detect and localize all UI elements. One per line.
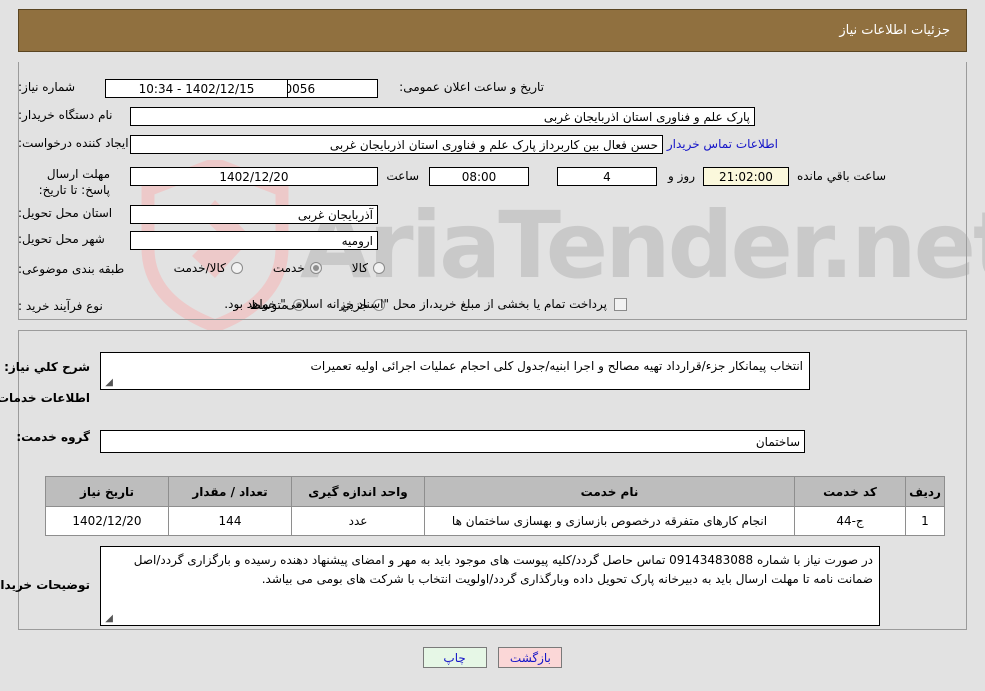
province-label: استان محل تحویل: [18, 206, 113, 220]
table-header-row: ردیف کد خدمت نام خدمت واحد اندازه گیری ت… [45, 476, 945, 507]
buyer-notes-label-wrap: توضیحات خریدار: [0, 578, 90, 592]
radio-kala-khedmat-icon[interactable] [230, 262, 243, 274]
deadline-time-label: ساعت [386, 169, 419, 183]
category-label-wrap: طبقه بندی موضوعی: [18, 262, 124, 276]
radio-option-kala-khedmat[interactable]: کالا/خدمت [174, 261, 243, 275]
page-title: جزئیات اطلاعات نیاز [839, 23, 950, 38]
process-type-label-wrap: نوع فرآیند خرید : [18, 299, 110, 313]
page-header: جزئیات اطلاعات نیاز [18, 9, 967, 52]
cell-qty: 144 [168, 506, 292, 536]
category-radio-group: کالا خدمت کالا/خدمت [174, 261, 385, 275]
service-group-label: گروه خدمت: [16, 430, 90, 444]
announce-label-wrap: تاریخ و ساعت اعلان عمومی: [399, 80, 544, 94]
need-details-page: AriaTender.net جزئیات اطلاعات نیاز شماره… [0, 0, 985, 691]
time-left-suffix: ساعت باقي مانده [796, 169, 886, 183]
radio-khedmat-icon[interactable] [309, 262, 322, 274]
cell-name: انجام کارهای متفرقه درخصوص بازسازی و بهس… [424, 506, 795, 536]
radio-kala-khedmat-label: کالا/خدمت [173, 261, 226, 275]
table-row: 1 ج-44 انجام کارهای متفرقه درخصوص بازساز… [45, 506, 945, 536]
cell-row: 1 [905, 506, 945, 536]
col-row: ردیف [905, 476, 945, 507]
buyer-org-label-wrap: نام دستگاه خریدار: [18, 108, 113, 122]
description-label-wrap: شرح کلي نیاز: [4, 360, 90, 374]
requester-label-wrap: ایجاد کننده درخواست: [18, 136, 129, 150]
treasury-note-text: پرداخت تمام یا بخشی از مبلغ خرید،از محل … [224, 297, 607, 311]
time-left-field: 21:02:00 [703, 167, 789, 186]
col-code: کد خدمت [794, 476, 906, 507]
city-label-wrap: شهر محل تحویل: [18, 232, 110, 246]
radio-khedmat-label: خدمت [272, 261, 305, 275]
need-number-label-wrap: شماره نیاز: [18, 80, 110, 94]
days-left-field[interactable]: 4 [557, 167, 657, 186]
process-type-label: نوع فرآیند خرید : [18, 299, 103, 313]
services-heading: اطلاعات خدمات مورد نیاز [0, 391, 90, 405]
need-number-label: شماره نیاز: [18, 80, 75, 94]
buyer-contact-link[interactable]: اطلاعات تماس خریدار [667, 137, 778, 151]
action-bar: بازگشت چاپ [0, 647, 985, 668]
col-unit: واحد اندازه گیری [291, 476, 425, 507]
description-value: انتخاب پیمانکار جزء/قرارداد تهیه مصالح و… [310, 359, 803, 373]
services-table: ردیف کد خدمت نام خدمت واحد اندازه گیری ت… [45, 476, 945, 536]
days-left-unit: روز و [668, 169, 695, 183]
col-date: تاریخ نیاز [45, 476, 169, 507]
province-label-wrap: استان محل تحویل: [18, 206, 113, 220]
deadline-label-wrap: مهلت ارسال پاسخ: تا تاریخ: [18, 166, 110, 198]
city-field[interactable]: ارومیه [130, 231, 378, 250]
category-label: طبقه بندی موضوعی: [18, 262, 125, 276]
deadline-label: مهلت ارسال پاسخ: تا تاریخ: [38, 167, 110, 198]
back-button[interactable]: بازگشت [498, 647, 563, 668]
buyer-org-field[interactable]: پارک علم و فناوری استان اذربایجان غربی [130, 107, 755, 126]
radio-kala-icon[interactable] [373, 262, 385, 274]
radio-option-khedmat[interactable]: خدمت [273, 261, 322, 275]
services-heading-wrap: اطلاعات خدمات مورد نیاز [0, 391, 90, 405]
service-group-field[interactable]: ساختمان [100, 430, 805, 453]
buyer-notes-label: توضیحات خریدار: [0, 578, 90, 592]
buyer-notes-textarea[interactable]: در صورت نیاز با شماره 09143483088 تماس ح… [100, 546, 880, 626]
deadline-date-field[interactable]: 1402/12/20 [130, 167, 378, 186]
service-group-label-wrap: گروه خدمت: [16, 430, 90, 444]
resize-handle-icon[interactable]: ◢ [103, 378, 113, 388]
radio-option-kala[interactable]: کالا [352, 261, 385, 275]
province-field[interactable]: آذربایجان غربی [130, 205, 378, 224]
top-info-panel [18, 62, 967, 320]
buyer-notes-value: در صورت نیاز با شماره 09143483088 تماس ح… [133, 553, 873, 586]
treasury-checkbox[interactable] [614, 297, 627, 311]
announce-datetime-field[interactable]: 1402/12/15 - 10:34 [105, 79, 288, 98]
description-label: شرح کلي نیاز: [4, 360, 90, 374]
description-textarea[interactable]: انتخاب پیمانکار جزء/قرارداد تهیه مصالح و… [100, 352, 810, 390]
requester-label: ایجاد کننده درخواست: [18, 136, 129, 150]
cell-code: ج-44 [794, 506, 906, 536]
deadline-time-field[interactable]: 08:00 [429, 167, 529, 186]
cell-unit: عدد [291, 506, 425, 536]
print-button[interactable]: چاپ [422, 647, 487, 668]
col-name: نام خدمت [424, 476, 795, 507]
city-label: شهر محل تحویل: [18, 232, 105, 246]
buyer-org-label: نام دستگاه خریدار: [18, 108, 113, 122]
cell-date: 1402/12/20 [45, 506, 169, 536]
radio-kala-label: کالا [351, 261, 368, 275]
requester-field[interactable]: حسن فعال بین کاربرداز پارک علم و فناوری … [130, 135, 663, 154]
announce-label: تاریخ و ساعت اعلان عمومی: [399, 80, 544, 94]
resize-handle-icon-notes[interactable]: ◢ [103, 614, 113, 624]
treasury-note-wrap[interactable]: پرداخت تمام یا بخشی از مبلغ خرید،از محل … [224, 297, 627, 311]
col-qty: تعداد / مقدار [168, 476, 292, 507]
